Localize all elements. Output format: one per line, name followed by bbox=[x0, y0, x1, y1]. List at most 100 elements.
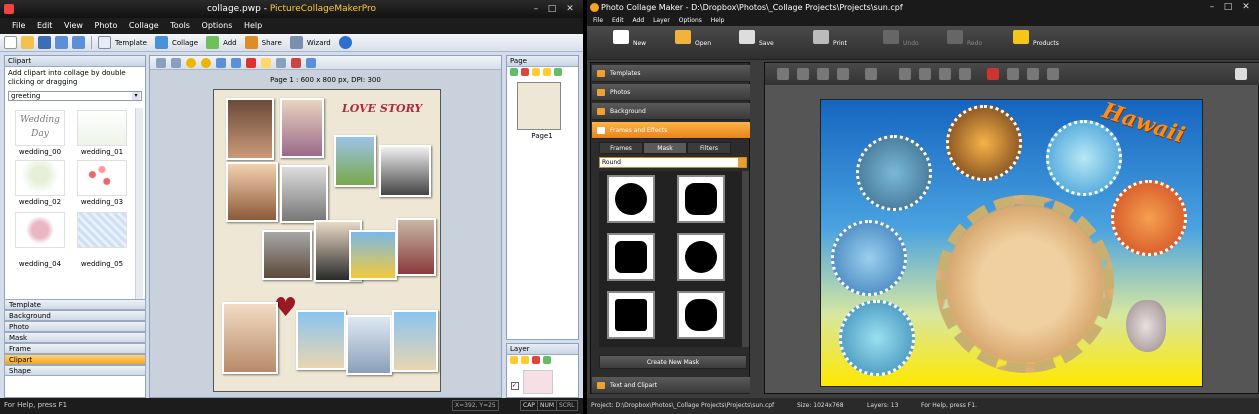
wizard-icon[interactable] bbox=[289, 36, 303, 49]
share-icon[interactable] bbox=[244, 36, 258, 49]
clipart-thumb-wedding-02[interactable] bbox=[15, 160, 65, 196]
accordion-background[interactable]: Background bbox=[4, 310, 146, 321]
template-icon[interactable] bbox=[98, 36, 111, 49]
menu-file[interactable]: File bbox=[12, 18, 25, 34]
wizard-button[interactable]: Wizard bbox=[307, 39, 331, 47]
clipart-thumb-wedding-00[interactable]: Wedding Day bbox=[15, 110, 65, 146]
undo-button[interactable]: Undo bbox=[883, 30, 927, 56]
collage-canvas[interactable]: Hawaii bbox=[820, 99, 1203, 387]
crop-tool-icon[interactable] bbox=[171, 57, 181, 68]
clipart-thumb-wedding-03[interactable] bbox=[77, 160, 127, 196]
create-new-mask-button[interactable]: Create New Mask bbox=[599, 355, 747, 369]
collage-photo[interactable] bbox=[296, 310, 346, 370]
mask-sunburst[interactable] bbox=[607, 175, 655, 223]
collage-photo[interactable] bbox=[1111, 180, 1187, 256]
move-down-icon[interactable] bbox=[201, 57, 211, 68]
collage-photo[interactable] bbox=[226, 162, 278, 222]
accordion-mask[interactable]: Mask bbox=[4, 332, 146, 343]
remove-icon[interactable] bbox=[291, 57, 301, 68]
mask-gear[interactable] bbox=[677, 175, 725, 223]
close-icon[interactable]: ✕ bbox=[1239, 1, 1253, 13]
mask-splash[interactable] bbox=[607, 291, 655, 339]
collage-photo[interactable] bbox=[262, 230, 312, 280]
add-button[interactable]: Add bbox=[223, 39, 237, 47]
zoom-icon[interactable] bbox=[306, 57, 316, 68]
open-folder-icon[interactable] bbox=[21, 36, 34, 49]
move-up-icon[interactable] bbox=[186, 57, 196, 68]
page-icon[interactable] bbox=[1235, 68, 1247, 80]
accordion-frame[interactable]: Frame bbox=[4, 343, 146, 354]
tab-mask[interactable]: Mask bbox=[643, 142, 687, 154]
mask-cog[interactable] bbox=[607, 233, 655, 281]
collage-photo[interactable] bbox=[839, 300, 915, 376]
maximize-icon[interactable]: □ bbox=[545, 3, 559, 15]
accordion-photo[interactable]: Photo bbox=[4, 321, 146, 332]
copy-icon[interactable] bbox=[777, 68, 789, 80]
mask-stamp[interactable] bbox=[677, 233, 725, 281]
section-frames-and-effects[interactable]: Frames and Effects bbox=[592, 122, 750, 139]
send-back-icon[interactable] bbox=[837, 68, 849, 80]
new-icon[interactable] bbox=[4, 36, 17, 49]
align-icon[interactable] bbox=[261, 57, 271, 68]
products-button[interactable]: Products bbox=[1013, 30, 1069, 56]
collage-photo[interactable] bbox=[349, 230, 397, 280]
menu-edit[interactable]: Edit bbox=[37, 18, 53, 34]
accordion-shape[interactable]: Shape bbox=[4, 365, 146, 376]
main-couple-photo[interactable] bbox=[936, 195, 1114, 373]
menu-edit[interactable]: Edit bbox=[612, 17, 624, 24]
maximize-icon[interactable]: □ bbox=[1221, 1, 1235, 13]
delete-page-icon[interactable] bbox=[521, 68, 529, 76]
rotate-left-icon[interactable] bbox=[216, 57, 226, 68]
page-down-icon[interactable] bbox=[543, 68, 551, 76]
section-templates[interactable]: Templates bbox=[592, 65, 750, 82]
mirror-icon[interactable] bbox=[939, 68, 951, 80]
lock-icon[interactable] bbox=[1047, 68, 1059, 80]
mask-scrollbar[interactable] bbox=[742, 171, 749, 347]
section-photos[interactable]: Photos bbox=[592, 84, 750, 101]
menu-collage[interactable]: Collage bbox=[129, 18, 159, 34]
collage-photo[interactable] bbox=[280, 165, 328, 223]
layer-refresh-icon[interactable] bbox=[543, 356, 551, 364]
layer-visible-checkbox[interactable]: ✓ bbox=[511, 382, 519, 390]
delete-icon[interactable] bbox=[987, 68, 999, 80]
accordion-template[interactable]: Template bbox=[4, 299, 146, 310]
arrange-icon[interactable] bbox=[276, 57, 286, 68]
help-icon[interactable] bbox=[338, 36, 352, 49]
undo-icon[interactable] bbox=[55, 36, 68, 49]
collage-photo[interactable] bbox=[396, 218, 436, 276]
minimize-icon[interactable]: – bbox=[1205, 1, 1219, 13]
clipart-thumb-wedding-01[interactable] bbox=[77, 110, 127, 146]
collage-icon[interactable] bbox=[154, 36, 168, 49]
mask-wave[interactable] bbox=[677, 291, 725, 339]
minimize-icon[interactable]: – bbox=[529, 3, 543, 15]
clipart-thumb-wedding-04[interactable] bbox=[15, 212, 65, 248]
menu-photo[interactable]: Photo bbox=[95, 18, 118, 34]
collage-photo[interactable] bbox=[346, 315, 392, 375]
collage-photo[interactable] bbox=[334, 135, 376, 187]
save-button[interactable]: Save bbox=[739, 30, 783, 56]
flip-icon[interactable] bbox=[899, 68, 911, 80]
page-up-icon[interactable] bbox=[532, 68, 540, 76]
collage-photo[interactable] bbox=[831, 220, 907, 296]
menu-layer[interactable]: Layer bbox=[653, 17, 670, 24]
collage-photo[interactable] bbox=[222, 302, 278, 374]
page-thumbnail[interactable] bbox=[517, 82, 561, 130]
save-icon[interactable] bbox=[38, 36, 51, 49]
open-button[interactable]: Open bbox=[675, 30, 719, 56]
collage-canvas[interactable]: LOVE STORY ♥ bbox=[213, 89, 441, 392]
paste-icon[interactable] bbox=[797, 68, 809, 80]
menu-help[interactable]: Help bbox=[711, 17, 725, 24]
collage-photo[interactable] bbox=[946, 105, 1022, 181]
print-button[interactable]: Print bbox=[813, 30, 857, 56]
collage-photo[interactable] bbox=[1046, 120, 1122, 196]
menu-tools[interactable]: Tools bbox=[170, 18, 190, 34]
add-icon[interactable] bbox=[206, 36, 220, 49]
rotate-icon[interactable] bbox=[919, 68, 931, 80]
menu-help[interactable]: Help bbox=[244, 18, 262, 34]
menu-add[interactable]: Add bbox=[633, 17, 645, 24]
accordion-clipart[interactable]: Clipart bbox=[4, 354, 146, 365]
layer-delete-icon[interactable] bbox=[532, 356, 540, 364]
close-icon[interactable]: ✕ bbox=[563, 3, 577, 15]
redo-icon[interactable] bbox=[72, 36, 85, 49]
add-page-icon[interactable] bbox=[510, 68, 518, 76]
